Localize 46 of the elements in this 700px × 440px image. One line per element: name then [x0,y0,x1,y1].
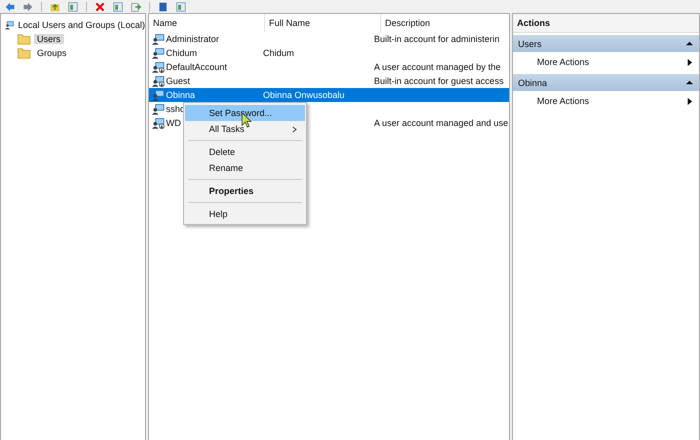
user-name[interactable]: Chidum [166,48,198,58]
tree-item[interactable]: Users [34,34,64,44]
column-header[interactable]: Name [149,14,265,32]
menu-item[interactable]: Set Password... [185,105,305,121]
computer-users-icon [5,19,15,31]
column-header[interactable]: Description [381,14,509,32]
table-cell: Chidum [263,48,294,58]
menu-item[interactable]: Properties [185,183,305,199]
submenu-arrow-icon [686,98,693,104]
user-name[interactable]: Administrator [166,34,220,44]
column-header[interactable]: Full Name [265,14,381,32]
export-icon[interactable] [130,2,142,12]
action-link[interactable]: More Actions [537,57,590,67]
folder-icon [17,47,31,59]
menu-item[interactable]: All Tasks [185,121,305,137]
delete-icon[interactable] [94,2,106,12]
back-arrow-icon[interactable] [4,2,16,12]
user-name[interactable]: Obinna [166,90,196,100]
selected-row[interactable]: Obinna Obinna Onwusobalu [149,88,509,102]
table-cell: A user account managed and use [374,118,508,128]
forward-arrow-icon[interactable] [22,2,34,12]
folder-icon [17,33,31,45]
tree-item[interactable]: Groups [34,48,70,58]
menu-item[interactable]: Delete [185,144,305,160]
section-title: Obinna [518,78,548,88]
menu-item[interactable]: Rename [185,160,305,176]
menu-item[interactable]: Help [185,206,305,222]
window-icon[interactable] [175,2,187,12]
submenu-arrow-icon [686,58,693,66]
chevron-icon [292,126,297,132]
section-header[interactable]: Obinna [513,74,699,91]
tree-item[interactable]: Local Users and Groups (Local) [18,20,145,30]
folder-icon[interactable] [49,2,61,12]
section-title: Users [518,38,542,48]
table-cell: Obinna Onwusobalu [263,90,345,100]
window-icon[interactable] [67,2,79,12]
action-link[interactable]: More Actions [537,96,590,106]
actions-title: Actions [513,14,699,33]
table-cell: A user account managed by the [374,62,501,72]
collapse-icon[interactable] [686,40,693,47]
table-cell: Built-in account for guest access [374,76,504,86]
table-cell: Built-in account for administerin [374,34,500,44]
window-icon[interactable] [112,2,124,12]
user-name[interactable]: sshc [166,104,185,114]
collapse-icon[interactable] [686,79,693,86]
section-header[interactable]: Users [513,35,699,52]
